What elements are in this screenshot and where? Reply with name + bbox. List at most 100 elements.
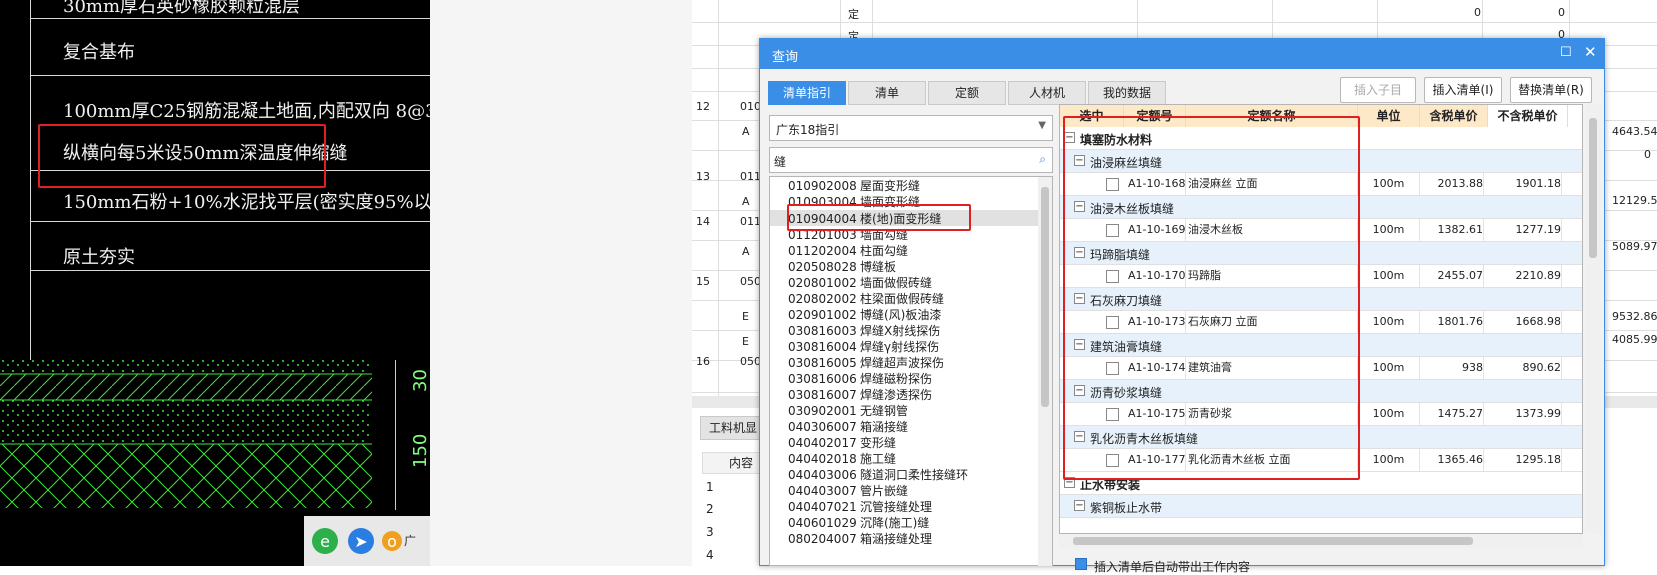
cad-line xyxy=(30,18,430,19)
search-input-value: 缝 xyxy=(774,155,787,169)
dialog-titlebar[interactable]: 查询 ☐ ✕ xyxy=(760,39,1604,69)
cad-drawing-area: 30mm厚石英砂橡胶颗粒混层 复合基布 100mm厚C25钢筋混凝土地面,内配双… xyxy=(0,0,430,566)
row-number: 15 xyxy=(696,275,710,288)
list-item[interactable]: 020901002 博缝(风)板油漆 xyxy=(788,306,941,323)
value-cell: 4085.99 xyxy=(1612,333,1657,346)
highlight-box-cad xyxy=(38,124,326,188)
scroll-thumb[interactable] xyxy=(1041,187,1049,407)
list-item[interactable]: 020508028 博缝板 xyxy=(788,258,896,275)
list-item[interactable]: 010902008 屋面变形缝 xyxy=(788,177,920,194)
blank-panel xyxy=(430,0,692,566)
group-row[interactable]: − 紫铜板止水带 xyxy=(1060,495,1582,518)
cad-dimension: 30 xyxy=(410,369,430,392)
value-cell: 9532.86 xyxy=(1612,310,1657,323)
tab-material[interactable]: 工料机显 xyxy=(700,416,766,440)
table-row: 2 xyxy=(706,502,714,516)
grid-hscroll[interactable] xyxy=(1059,534,1583,548)
row-sub: A xyxy=(742,195,750,208)
tab-list[interactable]: 清单 xyxy=(848,81,926,105)
taskbar-app-label: 广 xyxy=(404,534,417,548)
value-cell: 5089.97 xyxy=(1612,240,1657,253)
grid-vscroll[interactable] xyxy=(1585,104,1601,534)
cad-dimension-line xyxy=(395,360,396,510)
insert-list-button[interactable]: 插入清单(I) xyxy=(1424,77,1502,103)
value-cell: 4643.54 xyxy=(1612,125,1657,138)
row-code: 011 xyxy=(740,215,761,228)
scroll-thumb[interactable] xyxy=(1073,537,1473,545)
list-scrollbar[interactable] xyxy=(1038,177,1052,566)
col-header: 含税单价 xyxy=(1420,105,1488,127)
list-item[interactable]: 030816003 焊缝X射线探伤 xyxy=(788,322,940,339)
list-item[interactable]: 030816004 焊缝γ射线探伤 xyxy=(788,338,939,355)
tab-quota[interactable]: 定额 xyxy=(928,81,1006,105)
guide-select[interactable]: 广东18指引 ▼ xyxy=(769,115,1053,141)
search-input[interactable]: 缝 ⌕ xyxy=(769,147,1053,173)
browser-icon[interactable]: e xyxy=(312,528,338,554)
guide-list: 010902008 屋面变形缝 010903004 墙面变形缝 010904004 楼… xyxy=(769,176,1053,566)
replace-list-button[interactable]: 替换清单(R) xyxy=(1510,77,1592,103)
cad-text: 100mm厚C25钢筋混凝土地面,内配双向 8@300 钢筋网 xyxy=(63,101,430,122)
maximize-icon[interactable]: ☐ xyxy=(1560,45,1572,60)
cad-text: 原土夯实 xyxy=(63,247,135,268)
row-number: 16 xyxy=(696,355,710,368)
table-header: 内容 xyxy=(702,452,762,474)
taskbar: e ➤ o 广 xyxy=(304,516,430,566)
table-row: 4 xyxy=(706,548,714,562)
dialog-title: 查询 xyxy=(772,50,799,65)
list-item[interactable]: 040402018 施工缝 xyxy=(788,450,896,467)
highlight-box-grid xyxy=(1063,116,1360,480)
row-sub: A xyxy=(742,245,750,258)
row-code: 010 xyxy=(740,100,761,113)
auto-work-label: 插入清单后自动带出工作内容 xyxy=(1094,560,1251,574)
list-item[interactable]: 030816006 焊缝磁粉探伤 xyxy=(788,370,932,387)
app-icon[interactable]: o xyxy=(382,531,402,551)
cad-text: 150mm石粉+10%水泥找平层(密实度95%以上) xyxy=(63,192,430,213)
table-row: 3 xyxy=(706,525,714,539)
row-number: 14 xyxy=(696,215,710,228)
list-item[interactable]: 040407021 沉管接缝处理 xyxy=(788,498,932,515)
insert-child-button[interactable]: 插入子目 xyxy=(1340,77,1416,103)
scroll-thumb[interactable] xyxy=(1589,118,1597,258)
list-item[interactable]: 040601029 沉降(施工)缝 xyxy=(788,514,929,531)
col-header: 不含税单价 xyxy=(1488,105,1568,127)
list-item[interactable]: 030816005 焊缝超声波探伤 xyxy=(788,354,944,371)
search-icon[interactable]: ⌕ xyxy=(1039,152,1046,167)
col-header: 单位 xyxy=(1358,105,1420,127)
row-sub: A xyxy=(742,125,750,138)
row-number: 13 xyxy=(696,170,710,183)
cad-dimension: 150 xyxy=(410,433,430,468)
table-row: 1 xyxy=(706,480,714,494)
auto-work-checkbox[interactable] xyxy=(1075,558,1087,570)
value-cell: 0 xyxy=(1644,148,1651,161)
list-item[interactable]: 040403006 隧道洞口柔性接缝环 xyxy=(788,466,968,483)
row-sub: E xyxy=(742,335,749,348)
list-item[interactable]: 020801002 墙面做假砖缝 xyxy=(788,274,932,291)
list-item[interactable]: 030816007 焊缝渗透探伤 xyxy=(788,386,932,403)
cad-line xyxy=(30,270,430,271)
cad-text: 复合基布 xyxy=(63,42,135,63)
list-item[interactable]: 020802002 柱梁面做假砖缝 xyxy=(788,290,944,307)
row-code: 050 xyxy=(740,275,761,288)
tab-list-guide[interactable]: 清单指引 xyxy=(768,81,846,105)
row-number: 12 xyxy=(696,100,710,113)
value-cell: 12129.5 xyxy=(1612,194,1657,207)
cad-text: 30mm厚石英砂橡胶颗粒混层 xyxy=(63,0,301,17)
row-sub: E xyxy=(742,310,749,323)
cad-line xyxy=(30,221,430,222)
list-item[interactable]: 030902001 无缝钢管 xyxy=(788,402,908,419)
cad-hatch-layers xyxy=(0,358,372,508)
zero-cell: 0 xyxy=(1558,6,1565,19)
ding-cell: 定 xyxy=(848,8,859,21)
tab-my-data[interactable]: 我的数据 xyxy=(1088,81,1166,105)
list-item[interactable]: 011202004 柱面勾缝 xyxy=(788,242,908,259)
row-code: 011 xyxy=(740,170,761,183)
send-icon[interactable]: ➤ xyxy=(348,528,374,554)
highlight-box-list xyxy=(787,204,971,231)
list-item[interactable]: 080204007 箱涵接缝处理 xyxy=(788,530,932,547)
tab-labor-material[interactable]: 人材机 xyxy=(1008,81,1086,105)
cad-line xyxy=(30,75,430,76)
close-icon[interactable]: ✕ xyxy=(1584,43,1597,61)
list-item[interactable]: 040403007 管片嵌缝 xyxy=(788,482,908,499)
list-item[interactable]: 040306007 箱涵接缝 xyxy=(788,418,908,435)
list-item[interactable]: 040402017 变形缝 xyxy=(788,434,896,451)
